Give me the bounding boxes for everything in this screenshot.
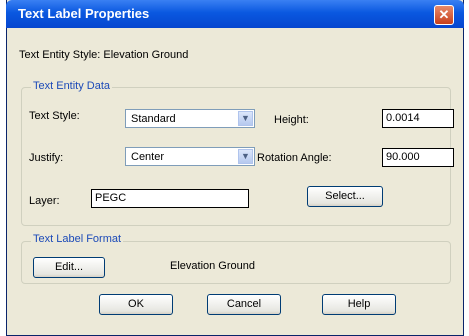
text-entity-style-label: Text Entity Style:	[19, 49, 101, 61]
cancel-button[interactable]: Cancel	[207, 294, 281, 315]
layer-field[interactable]: PEGC	[91, 189, 249, 208]
close-button[interactable]: ✕	[434, 5, 454, 25]
text-style-select-value: Standard	[131, 113, 176, 125]
help-button[interactable]: Help	[322, 294, 396, 315]
justify-select-value: Center	[131, 151, 165, 163]
rotation-angle-field[interactable]: 90.000	[382, 148, 454, 167]
ok-button[interactable]: OK	[99, 294, 173, 315]
chevron-down-icon[interactable]: ▼	[238, 111, 253, 126]
rotation-angle-label: Rotation Angle:	[257, 152, 332, 164]
edit-button[interactable]: Edit...	[33, 257, 105, 278]
height-label: Height:	[274, 114, 309, 126]
dialog-window: Text Label Properties ✕ Text Entity Styl…	[6, 0, 464, 336]
justify-select[interactable]: Center ▼	[125, 147, 255, 166]
text-style-label: Text Style:	[29, 110, 80, 122]
text-label-format-group-title: Text Label Format	[31, 233, 124, 245]
height-field[interactable]: 0.0014	[382, 109, 454, 128]
text-entity-style-line: Text Entity Style: Elevation Ground	[19, 49, 188, 61]
text-entity-style-value: Elevation Ground	[103, 49, 189, 61]
layer-label: Layer:	[29, 195, 60, 207]
select-button[interactable]: Select...	[307, 186, 383, 207]
text-entity-data-group-title: Text Entity Data	[31, 80, 113, 92]
justify-label: Justify:	[29, 152, 64, 164]
chevron-down-icon[interactable]: ▼	[238, 149, 253, 164]
close-icon: ✕	[438, 7, 450, 22]
label-format-value: Elevation Ground	[170, 260, 255, 272]
title-bar[interactable]: Text Label Properties ✕	[6, 0, 464, 28]
window-title: Text Label Properties	[18, 6, 150, 21]
text-style-select[interactable]: Standard ▼	[125, 109, 255, 128]
